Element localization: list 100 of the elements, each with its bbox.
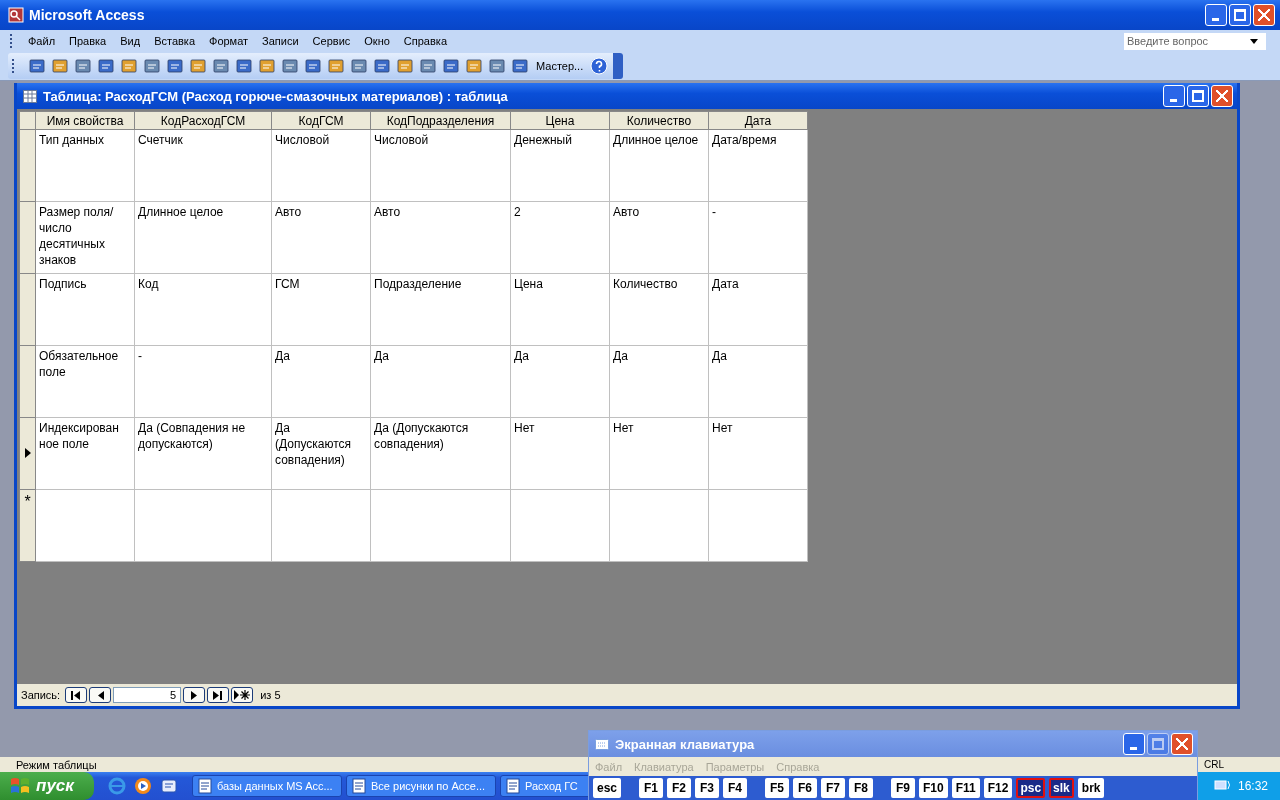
- menu-item[interactable]: Вид: [113, 35, 148, 47]
- table-cell: Да (Допускаются совпадения): [271, 417, 371, 490]
- menu-item[interactable]: Формат: [202, 35, 256, 47]
- keyboard-key[interactable]: F9: [891, 778, 916, 798]
- maximize-button[interactable]: [1187, 85, 1209, 107]
- last-record-button[interactable]: [207, 687, 230, 703]
- table-cell: Числовой: [370, 129, 511, 202]
- close-button[interactable]: [1253, 4, 1275, 26]
- table-cell: Авто: [271, 201, 371, 274]
- column-header[interactable]: Цена: [510, 111, 610, 130]
- left-triangle-icon: [96, 690, 104, 700]
- first-record-button[interactable]: [65, 687, 88, 703]
- column-header[interactable]: Количество: [609, 111, 709, 130]
- new-record-button[interactable]: [231, 687, 254, 703]
- minimize-button[interactable]: [1163, 85, 1185, 107]
- menu-item[interactable]: Файл: [21, 35, 63, 47]
- table-cell: Размер поля/ число десятичных знаков: [35, 201, 135, 274]
- taskbar-button[interactable]: Все рисунки по Acce...: [346, 775, 496, 797]
- table-cell: -: [708, 201, 808, 274]
- menu-item[interactable]: Вставка: [147, 35, 202, 47]
- table-cell: Цена: [510, 273, 610, 346]
- record-number-field[interactable]: 5: [113, 687, 182, 703]
- table-cell: Длинное целое: [609, 129, 709, 202]
- table-cell: Нет: [708, 417, 808, 490]
- first-icon: [71, 690, 82, 700]
- table-cell: Подразделение: [370, 273, 511, 346]
- keyboard-window-title: Экранная клавиатура: [615, 736, 755, 752]
- record-count: из 5: [260, 689, 281, 701]
- table-cell: Да (Допускаются совпадения): [370, 417, 511, 490]
- column-header[interactable]: КодРасходГСМ: [134, 111, 272, 130]
- table-cell: Авто: [370, 201, 511, 274]
- taskbar-button[interactable]: базы данных MS Acc...: [192, 775, 342, 797]
- minimize-button[interactable]: [1205, 4, 1227, 26]
- menu-item[interactable]: Окно: [357, 35, 397, 47]
- menu-item[interactable]: Справка: [396, 35, 454, 47]
- status-text: Режим таблицы: [16, 758, 97, 771]
- table-cell: Да: [708, 345, 808, 418]
- keyboard-key[interactable]: esc: [593, 778, 622, 798]
- keyboard-key[interactable]: F10: [919, 778, 948, 798]
- keyboard-key[interactable]: F6: [793, 778, 818, 798]
- table-cell: Количество: [609, 273, 709, 346]
- close-button[interactable]: [1211, 85, 1233, 107]
- table-cell: Обязательное поле: [35, 345, 135, 418]
- next-record-button[interactable]: [183, 687, 206, 703]
- keyboard-key[interactable]: F8: [849, 778, 874, 798]
- column-header[interactable]: КодГСМ: [271, 111, 371, 130]
- table-cell: Да: [370, 345, 511, 418]
- wizard-button[interactable]: Мастер...: [534, 60, 586, 72]
- row-selector[interactable]: [19, 417, 36, 490]
- table-cell: ГСМ: [271, 273, 371, 346]
- help-search-field[interactable]: Введите вопрос: [1124, 32, 1266, 50]
- keyboard-key[interactable]: F7: [821, 778, 846, 798]
- table-cell: Подпись: [35, 273, 135, 346]
- keyboard-key[interactable]: F5: [765, 778, 790, 798]
- maximize-button[interactable]: [1147, 733, 1169, 755]
- record-label: Запись:: [21, 689, 61, 701]
- table-cell: 2: [510, 201, 610, 274]
- previous-record-button[interactable]: [89, 687, 112, 703]
- table-cell: Да: [510, 345, 610, 418]
- column-header[interactable]: Дата: [708, 111, 808, 130]
- help-icon[interactable]: [590, 57, 609, 75]
- table-cell: Да (Совпадения не допускаются): [134, 417, 272, 490]
- keyboard-key[interactable]: F3: [695, 778, 720, 798]
- table-cell: Дата: [708, 273, 808, 346]
- table-cell: Нет: [510, 417, 610, 490]
- table-cell: Авто: [609, 201, 709, 274]
- dropdown-icon[interactable]: [1250, 38, 1258, 44]
- window-title: Microsoft Access: [29, 7, 145, 23]
- keyboard-key[interactable]: F1: [639, 778, 664, 798]
- desktop-icon[interactable]: [160, 777, 178, 795]
- table-cell: Тип данных: [35, 129, 135, 202]
- table-cell: Да: [271, 345, 371, 418]
- keyboard-key[interactable]: F12: [983, 778, 1013, 798]
- keyboard-key[interactable]: F11: [951, 778, 980, 798]
- menu-item[interactable]: Сервис: [305, 35, 358, 47]
- table-cell: Код: [134, 273, 272, 346]
- toolbar-options-button[interactable]: [613, 53, 624, 79]
- menu-item[interactable]: Записи: [255, 35, 306, 47]
- table-cell: Нет: [609, 417, 709, 490]
- select-all-corner[interactable]: [19, 111, 36, 130]
- keyboard-key[interactable]: slk: [1049, 778, 1074, 798]
- menu-item[interactable]: Правка: [62, 35, 114, 47]
- maximize-button[interactable]: [1229, 4, 1251, 26]
- new-row-marker: *: [19, 489, 36, 562]
- keyboard-key[interactable]: F4: [723, 778, 748, 798]
- column-header[interactable]: Имя свойства: [35, 111, 135, 130]
- minimize-button[interactable]: [1123, 733, 1145, 755]
- media-player-icon[interactable]: [134, 777, 152, 795]
- browser-icon[interactable]: [108, 777, 126, 795]
- table-window-title: Таблица: РасходГСМ (Расход горюче-смазочных материалов) : таблица: [43, 88, 508, 104]
- column-header[interactable]: КодПодразделения: [370, 111, 511, 130]
- table-cell: Счетчик: [134, 129, 272, 202]
- close-button[interactable]: [1171, 733, 1193, 755]
- keyboard-key[interactable]: F2: [667, 778, 692, 798]
- table-cell: Денежный: [510, 129, 610, 202]
- table-icon: [23, 89, 37, 103]
- keyboard-key[interactable]: brk: [1077, 778, 1105, 798]
- keyboard-key[interactable]: psc: [1016, 778, 1046, 798]
- document-icon: [505, 778, 521, 794]
- keyboard-icon: [595, 738, 609, 750]
